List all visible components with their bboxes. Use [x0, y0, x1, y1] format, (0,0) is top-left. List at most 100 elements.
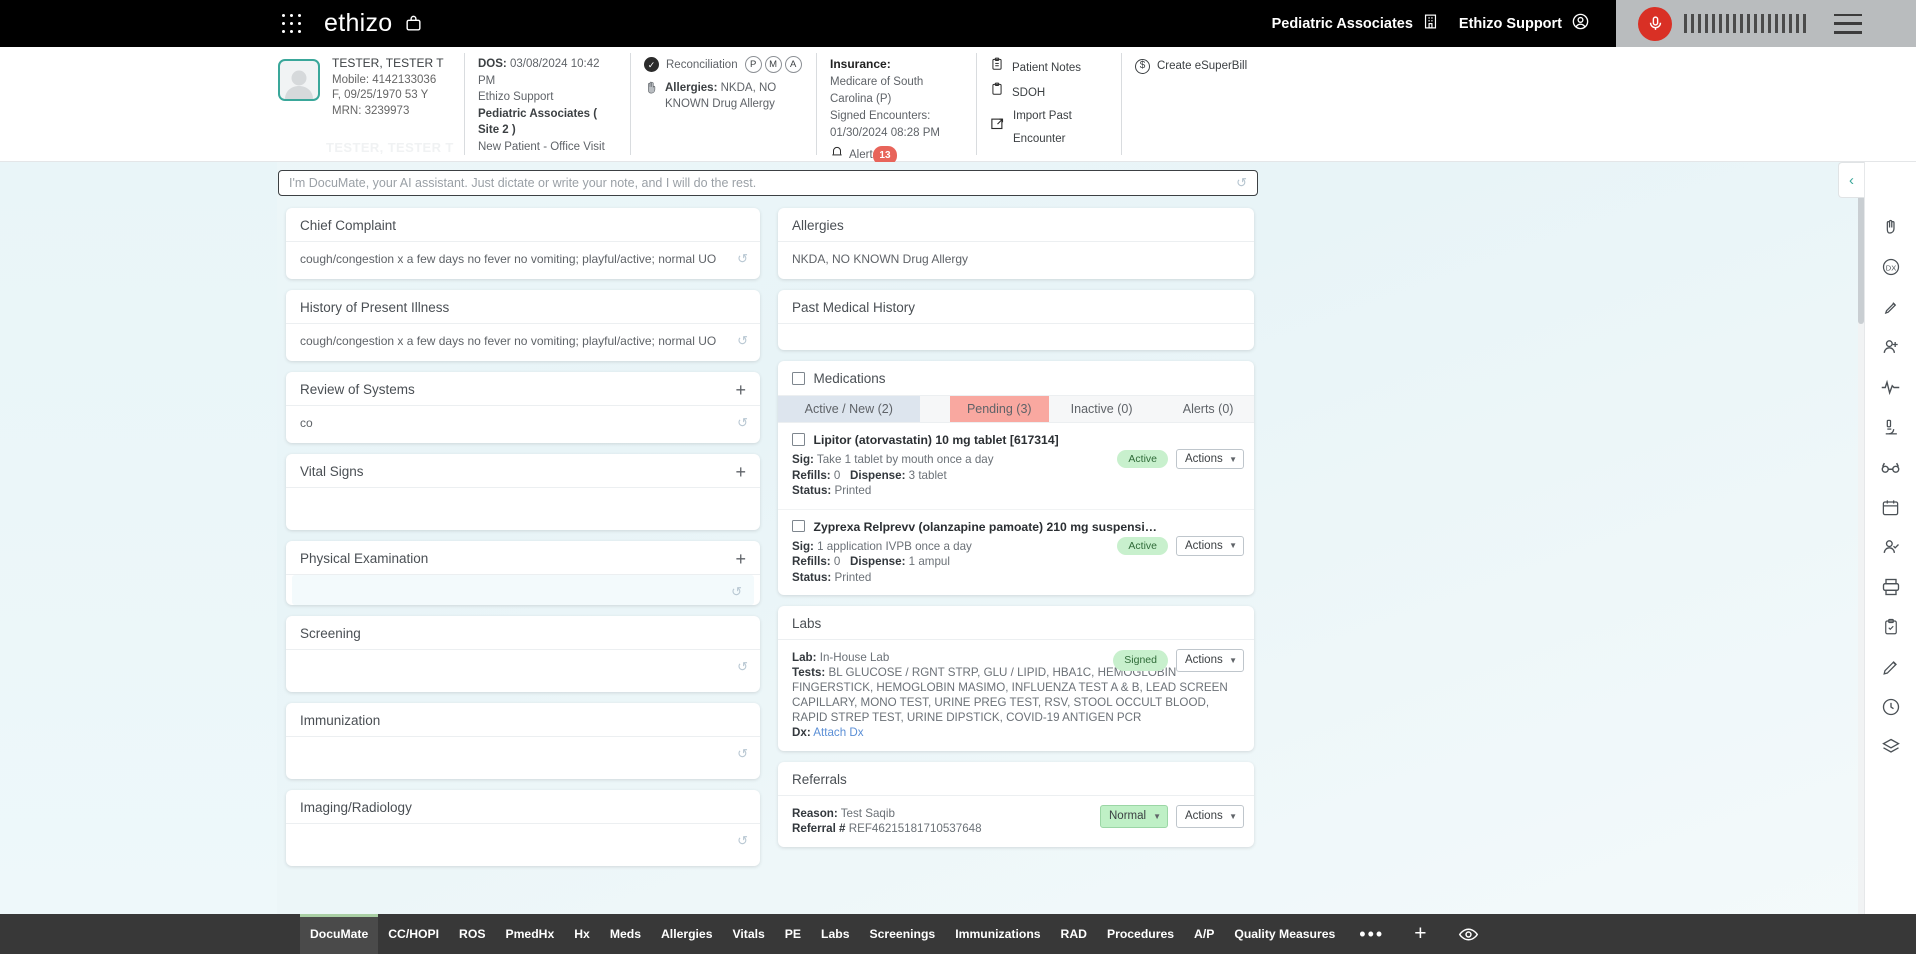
layers-icon[interactable]: [1878, 734, 1904, 760]
bottom-tab-ros[interactable]: ROS: [449, 914, 495, 954]
card-title: Referrals: [792, 772, 847, 787]
add-icon[interactable]: +: [735, 463, 746, 481]
bottom-tab-cc-hopi[interactable]: CC/HOPI: [378, 914, 449, 954]
collapse-panel-button[interactable]: ‹: [1838, 162, 1864, 198]
tab-inactive[interactable]: Inactive (0): [1049, 396, 1154, 422]
lab-label: Lab:: [792, 651, 817, 664]
hand-icon[interactable]: [1878, 214, 1904, 240]
card-body[interactable]: ↺: [286, 737, 760, 779]
bottom-tab-labs[interactable]: Labs: [811, 914, 859, 954]
priority-dropdown[interactable]: Normal ▼: [1100, 805, 1168, 828]
add-icon[interactable]: +: [735, 550, 746, 568]
bottom-tab-pmedhx[interactable]: PmedHx: [495, 914, 564, 954]
bottom-tab-hx[interactable]: Hx: [564, 914, 600, 954]
calendar-icon[interactable]: [1878, 494, 1904, 520]
briefcase-icon[interactable]: [404, 14, 423, 33]
hamburger-menu-icon[interactable]: [1833, 13, 1862, 34]
tab-pending[interactable]: Pending (3): [949, 396, 1049, 422]
history-icon[interactable]: [1878, 694, 1904, 720]
encounter-visit-type: New Patient - Office Visit: [478, 140, 605, 153]
medication-refills-dispense: Refills: 0 Dispense: 3 tablet: [792, 468, 1240, 484]
tests-value: BL GLUCOSE / RGNT STRP, GLU / LIPID, HBA…: [792, 666, 1228, 724]
bottom-tab-screenings[interactable]: Screenings: [860, 914, 946, 954]
card-body[interactable]: co ↺: [286, 406, 760, 443]
practice-selector[interactable]: Pediatric Associates: [1262, 12, 1449, 35]
medications-select-all-checkbox[interactable]: [792, 372, 805, 385]
bottom-tab-immunizations[interactable]: Immunizations: [945, 914, 1050, 954]
bottom-tab-pe[interactable]: PE: [775, 914, 811, 954]
brand-logo[interactable]: ethizo: [324, 9, 393, 38]
reconciliation-block: ✓ Reconciliation P M A Allergies: NKDA, …: [630, 47, 816, 161]
bottom-tab-meds[interactable]: Meds: [600, 914, 651, 954]
actions-dropdown[interactable]: Actions ▼: [1176, 649, 1244, 672]
more-options-button[interactable]: •••: [1345, 924, 1398, 945]
chevron-left-icon: ‹: [1849, 171, 1854, 189]
undo-icon[interactable]: ↺: [737, 332, 748, 349]
bottom-tab-rad[interactable]: RAD: [1051, 914, 1097, 954]
user-check-icon[interactable]: [1878, 534, 1904, 560]
tab-alerts[interactable]: Alerts (0): [1162, 396, 1254, 422]
sdoh-link[interactable]: SDOH: [990, 81, 1107, 106]
card-body[interactable]: ↺: [292, 575, 754, 605]
printer-icon[interactable]: [1878, 574, 1904, 600]
card-title: Chief Complaint: [300, 218, 397, 233]
documate-input[interactable]: I'm DocuMate, your AI assistant. Just di…: [278, 170, 1258, 196]
signed-encounters-value: 01/30/2024 08:28 PM: [830, 127, 940, 139]
medication-checkbox[interactable]: [792, 433, 805, 446]
bottom-tab-documate[interactable]: DocuMate: [300, 914, 379, 954]
clipboard-check-icon[interactable]: [1878, 614, 1904, 640]
eyeglasses-icon[interactable]: [1878, 454, 1904, 480]
card-value: NKDA, NO KNOWN Drug Allergy: [792, 252, 969, 266]
card-body[interactable]: NKDA, NO KNOWN Drug Allergy: [778, 242, 1254, 279]
import-past-encounter-link[interactable]: Import Past Encounter: [990, 105, 1107, 150]
microphone-icon[interactable]: [1638, 6, 1672, 41]
dos-row: DOS: 03/08/2024 10:42 PM: [478, 56, 616, 89]
undo-icon[interactable]: ↺: [1236, 175, 1247, 191]
bottom-tab-vitals[interactable]: Vitals: [722, 914, 774, 954]
card-body[interactable]: ↺: [286, 824, 760, 866]
card-body[interactable]: cough/congestion x a few days no fever n…: [286, 324, 760, 361]
bottom-tab-procedures[interactable]: Procedures: [1097, 914, 1184, 954]
vitals-icon[interactable]: [1878, 374, 1904, 400]
allergies-row[interactable]: Allergies: NKDA, NO KNOWN Drug Allergy: [644, 80, 802, 112]
status-badge: Active: [1117, 536, 1168, 555]
flag-p[interactable]: P: [744, 56, 762, 73]
actions-dropdown[interactable]: Actions ▼: [1176, 449, 1244, 469]
actions-dropdown[interactable]: Actions ▼: [1176, 805, 1244, 828]
card-body[interactable]: cough/congestion x a few days no fever n…: [286, 242, 760, 279]
add-user-icon[interactable]: [1878, 334, 1904, 360]
card-body[interactable]: ↺: [286, 650, 760, 692]
bottom-tab-allergies[interactable]: Allergies: [651, 914, 722, 954]
add-section-button[interactable]: +: [1398, 922, 1442, 946]
undo-icon[interactable]: ↺: [737, 832, 748, 849]
medication-refills-dispense: Refills: 0 Dispense: 1 ampul: [792, 554, 1240, 570]
user-account-menu[interactable]: Ethizo Support: [1449, 12, 1600, 35]
undo-icon[interactable]: ↺: [737, 414, 748, 431]
flag-a[interactable]: A: [784, 56, 802, 73]
pen-tool-icon[interactable]: [1878, 294, 1904, 320]
microscope-icon[interactable]: [1878, 414, 1904, 440]
tab-active-new[interactable]: Active / New (2): [778, 396, 920, 422]
dx-icon[interactable]: DX: [1878, 254, 1904, 280]
attach-dx-link[interactable]: Attach Dx: [813, 726, 863, 739]
undo-icon[interactable]: ↺: [737, 745, 748, 762]
status-label: Status:: [792, 570, 832, 584]
patient-notes-link[interactable]: Patient Notes: [990, 56, 1107, 81]
undo-icon[interactable]: ↺: [737, 658, 748, 675]
eye-icon[interactable]: [1442, 924, 1495, 945]
flag-m[interactable]: M: [764, 56, 782, 73]
edit-icon[interactable]: [1878, 654, 1904, 680]
card-body[interactable]: [286, 488, 760, 530]
bottom-tab-ap[interactable]: A/P: [1184, 914, 1224, 954]
create-esuperbill-button[interactable]: $ Create eSuperBill: [1135, 56, 1307, 76]
card-body[interactable]: [778, 324, 1254, 350]
medication-checkbox[interactable]: [792, 519, 805, 532]
patient-identity-block[interactable]: TESTER, TESTER T Mobile: 4142133036 F, 0…: [278, 47, 464, 161]
add-icon[interactable]: +: [735, 381, 746, 399]
undo-icon[interactable]: ↺: [737, 250, 748, 267]
grid-apps-icon[interactable]: [280, 13, 302, 35]
reconciliation-row[interactable]: ✓ Reconciliation P M A: [644, 56, 802, 73]
bottom-tab-quality-measures[interactable]: Quality Measures: [1224, 914, 1345, 954]
actions-dropdown[interactable]: Actions ▼: [1176, 535, 1244, 556]
undo-icon[interactable]: ↺: [731, 583, 742, 600]
